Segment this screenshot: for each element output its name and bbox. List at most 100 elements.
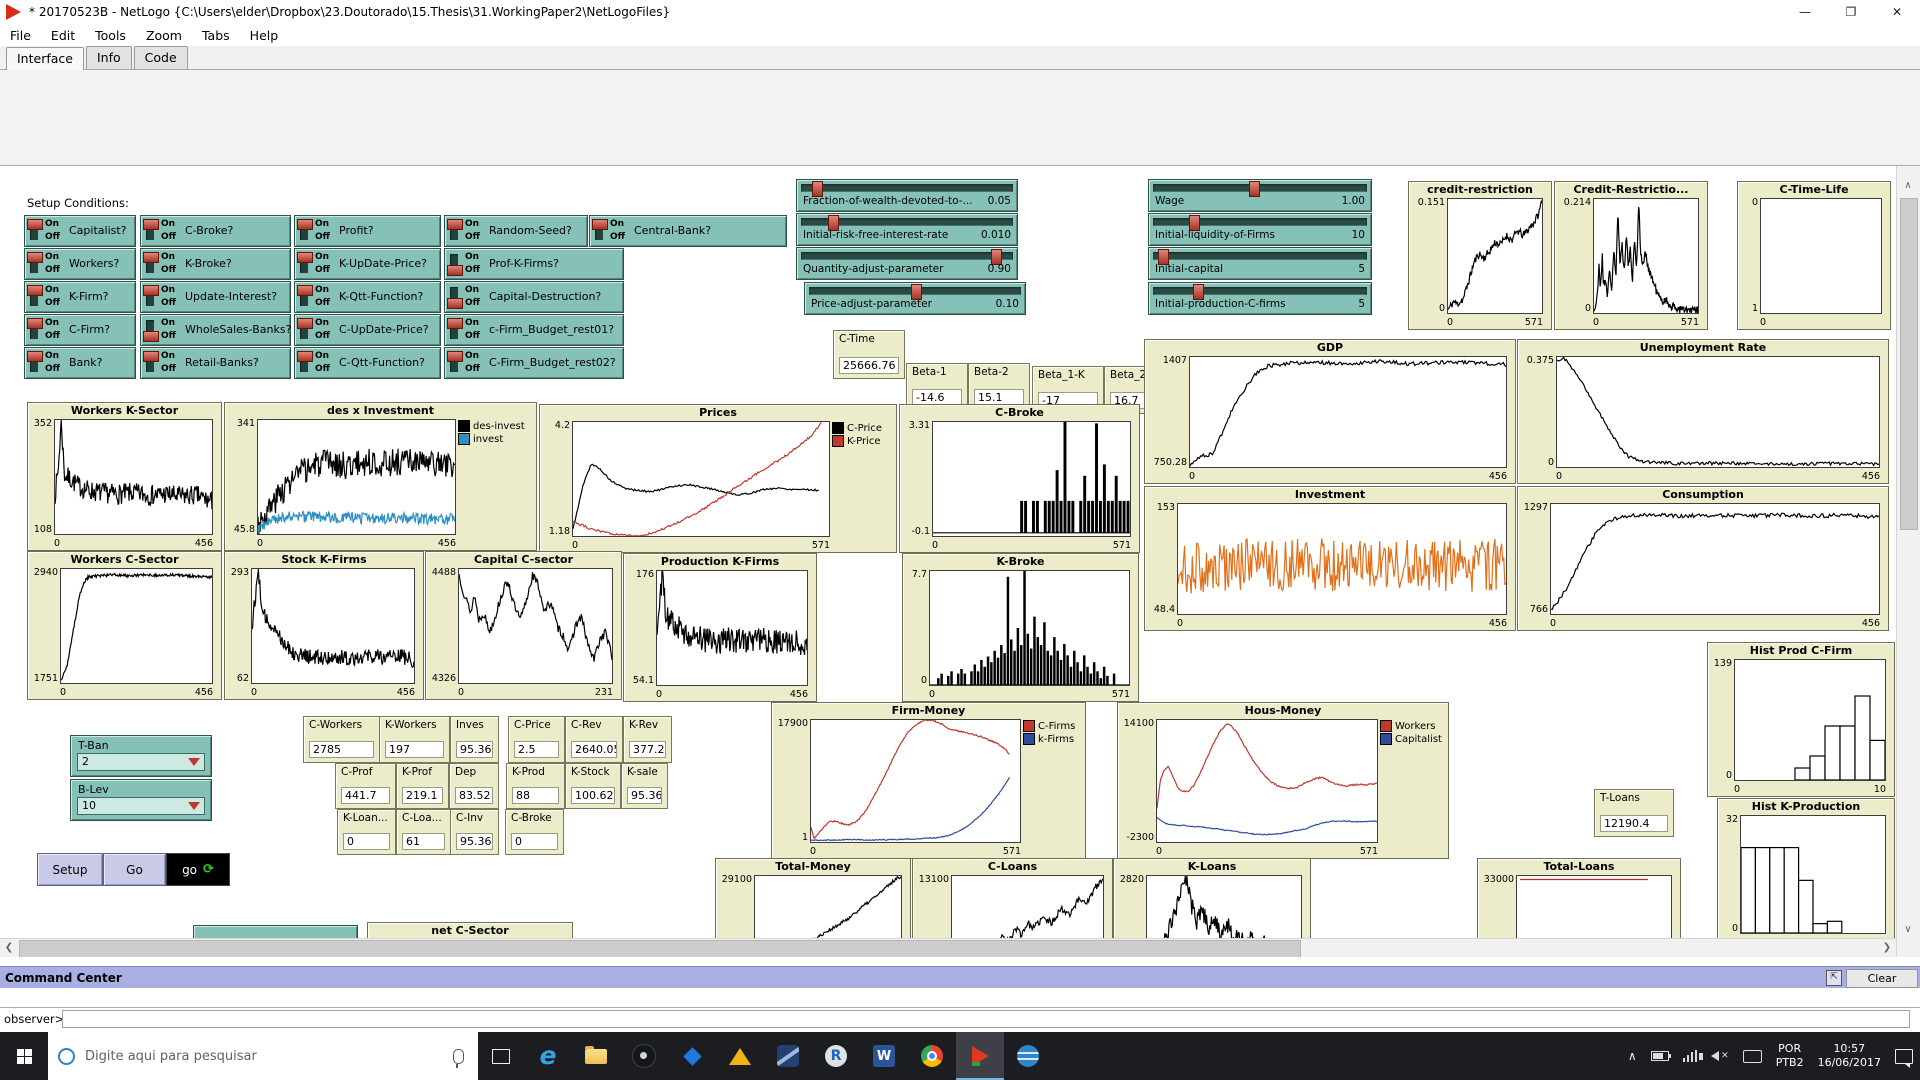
switch-handle[interactable] <box>297 285 313 296</box>
switch-update-interest[interactable]: On Off Update-Interest? <box>140 281 291 313</box>
slider-initial-liquidity-of-firms[interactable]: Initial-liquidity-of-Firms 10 <box>1148 213 1372 246</box>
slider-quantity-adjust-parameter[interactable]: Quantity-adjust-parameter 0.90 <box>796 247 1018 280</box>
switch-k-broke[interactable]: On Off K-Broke? <box>140 248 291 280</box>
taskbar-app-file-explorer-icon[interactable] <box>572 1032 620 1080</box>
chooser-value-box[interactable]: 2 <box>77 753 205 771</box>
scroll-down-icon[interactable]: ∨ <box>1897 924 1919 935</box>
switch-c-firm[interactable]: On Off C-Firm? <box>24 314 136 346</box>
vscroll-thumb[interactable] <box>1900 198 1918 530</box>
switch-handle[interactable] <box>592 219 608 230</box>
tab-code[interactable]: Code <box>133 46 188 69</box>
switch-c-broke[interactable]: On Off C-Broke? <box>140 215 291 247</box>
menu-tools[interactable]: Tools <box>85 28 136 43</box>
taskbar-app-blue-app-icon[interactable] <box>764 1032 812 1080</box>
task-view-button[interactable] <box>478 1032 524 1080</box>
switch-handle[interactable] <box>447 351 463 362</box>
vertical-scrollbar[interactable]: ∧ ∨ <box>1896 166 1920 957</box>
switch-prof-k-firms[interactable]: On Off Prof-K-Firms? <box>444 248 624 280</box>
switch-handle[interactable] <box>143 351 159 362</box>
taskbar-app-netlogo-icon[interactable] <box>956 1032 1004 1080</box>
tab-interface[interactable]: Interface <box>6 47 84 70</box>
minimize-button[interactable]: — <box>1782 0 1828 24</box>
switch-retail-banks[interactable]: On Off Retail-Banks? <box>140 347 291 379</box>
switch-c-qtt-function[interactable]: On Off C-Qtt-Function? <box>294 347 441 379</box>
slider-initial-risk-free-interest-rate[interactable]: Initial-risk-free-interest-rate 0.010 <box>796 213 1018 246</box>
microphone-icon[interactable] <box>453 1048 464 1068</box>
taskbar-app-r-icon[interactable]: R <box>812 1032 860 1080</box>
menu-file[interactable]: File <box>0 28 41 43</box>
switch-handle[interactable] <box>447 318 463 329</box>
menu-help[interactable]: Help <box>240 28 289 43</box>
go-button[interactable]: Go <box>103 853 166 886</box>
menu-tabs[interactable]: Tabs <box>192 28 240 43</box>
switch-capital-destruction[interactable]: On Off Capital-Destruction? <box>444 281 624 313</box>
start-button[interactable] <box>0 1032 48 1080</box>
switch-handle[interactable] <box>447 298 463 309</box>
menu-zoom[interactable]: Zoom <box>136 28 192 43</box>
switch-handle[interactable] <box>27 219 43 230</box>
switch-c-firmbudgetrest02[interactable]: On Off C-Firm_Budget_rest02? <box>444 347 624 379</box>
switch-handle[interactable] <box>143 252 159 263</box>
language-indicator[interactable]: POR PTB2 <box>1769 1032 1811 1080</box>
switch-handle[interactable] <box>143 285 159 296</box>
taskbar-app-dropbox-icon[interactable] <box>668 1032 716 1080</box>
switch-c-update-price[interactable]: On Off C-UpDate-Price? <box>294 314 441 346</box>
maximize-button[interactable]: ❐ <box>1828 0 1874 24</box>
switch-bank[interactable]: On Off Bank? <box>24 347 136 379</box>
switch-k-firm[interactable]: On Off K-Firm? <box>24 281 136 313</box>
slider-wage[interactable]: Wage 1.00 <box>1148 179 1372 212</box>
volume-muted-icon[interactable]: ✕ <box>1699 1032 1736 1080</box>
switch-wholesales-banks[interactable]: On Off WholeSales-Banks? <box>140 314 291 346</box>
scroll-left-icon[interactable]: ❮ <box>2 942 16 953</box>
setup-button[interactable]: Setup <box>37 853 103 886</box>
chooser-b-lev[interactable]: B-Lev 10 <box>70 779 212 821</box>
menu-edit[interactable]: Edit <box>41 28 85 43</box>
switch-handle[interactable] <box>297 252 313 263</box>
taskbar-app-globe-app-icon[interactable] <box>1004 1032 1052 1080</box>
switch-random-seed[interactable]: On Off Random-Seed? <box>444 215 588 247</box>
taskbar-app-pyramid-app-icon[interactable] <box>716 1032 764 1080</box>
switch-handle[interactable] <box>27 285 43 296</box>
command-input[interactable] <box>62 1010 1910 1028</box>
touch-keyboard-icon[interactable] <box>1736 1032 1769 1080</box>
switch-handle[interactable] <box>143 331 159 342</box>
go-button-forever[interactable]: go ⟳ <box>166 853 230 886</box>
switch-handle[interactable] <box>143 219 159 230</box>
scroll-up-icon[interactable]: ∧ <box>1897 180 1919 191</box>
popout-icon[interactable]: ⇱ <box>1826 970 1842 986</box>
clear-button[interactable]: Clear <box>1846 969 1918 988</box>
slider-initial-capital[interactable]: Initial-capital 5 <box>1148 247 1372 280</box>
command-center-header[interactable]: Command Center ⇱ Clear <box>0 966 1920 988</box>
switch-c-firmbudgetrest01[interactable]: On Off c-Firm_Budget_rest01? <box>444 314 624 346</box>
switch-k-qtt-function[interactable]: On Off K-Qtt-Function? <box>294 281 441 313</box>
switch-handle[interactable] <box>447 219 463 230</box>
switch-profit[interactable]: On Off Profit? <box>294 215 441 247</box>
close-button[interactable]: ✕ <box>1874 0 1920 24</box>
switch-handle[interactable] <box>27 252 43 263</box>
switch-capitalist[interactable]: On Off Capitalist? <box>24 215 136 247</box>
switch-workers[interactable]: On Off Workers? <box>24 248 136 280</box>
battery-icon[interactable] <box>1644 1032 1676 1080</box>
clock[interactable]: 10:57 16/06/2017 <box>1811 1032 1888 1080</box>
hscroll-thumb[interactable] <box>19 940 1301 958</box>
scroll-right-icon[interactable]: ❯ <box>1880 942 1894 953</box>
taskbar-app-chrome-icon[interactable] <box>908 1032 956 1080</box>
switch-handle[interactable] <box>297 318 313 329</box>
taskbar-app-edge-icon[interactable]: e <box>524 1032 572 1080</box>
hidden-icons-button[interactable]: ∧ <box>1621 1032 1644 1080</box>
taskbar-app-app-icon-dark[interactable] <box>620 1032 668 1080</box>
tab-info[interactable]: Info <box>85 46 132 69</box>
switch-k-update-price[interactable]: On Off K-UpDate-Price? <box>294 248 441 280</box>
taskbar-search[interactable]: Digite aqui para pesquisar <box>48 1032 478 1080</box>
slider-fraction-of-wealth-devoted-to-[interactable]: Fraction-of-wealth-devoted-to-... 0.05 <box>796 179 1018 212</box>
switch-handle[interactable] <box>27 318 43 329</box>
chooser-t-ban[interactable]: T-Ban 2 <box>70 735 212 777</box>
horizontal-scrollbar[interactable]: ❮ ❯ <box>0 938 1896 958</box>
action-center-button[interactable] <box>1888 1032 1920 1080</box>
slider-initial-production-c-firms[interactable]: Initial-production-C-firms 5 <box>1148 282 1372 315</box>
switch-central-bank[interactable]: On Off Central-Bank? <box>589 215 787 247</box>
switch-handle[interactable] <box>297 351 313 362</box>
switch-handle[interactable] <box>27 351 43 362</box>
switch-handle[interactable] <box>447 265 463 276</box>
taskbar-app-word-icon[interactable]: W <box>860 1032 908 1080</box>
